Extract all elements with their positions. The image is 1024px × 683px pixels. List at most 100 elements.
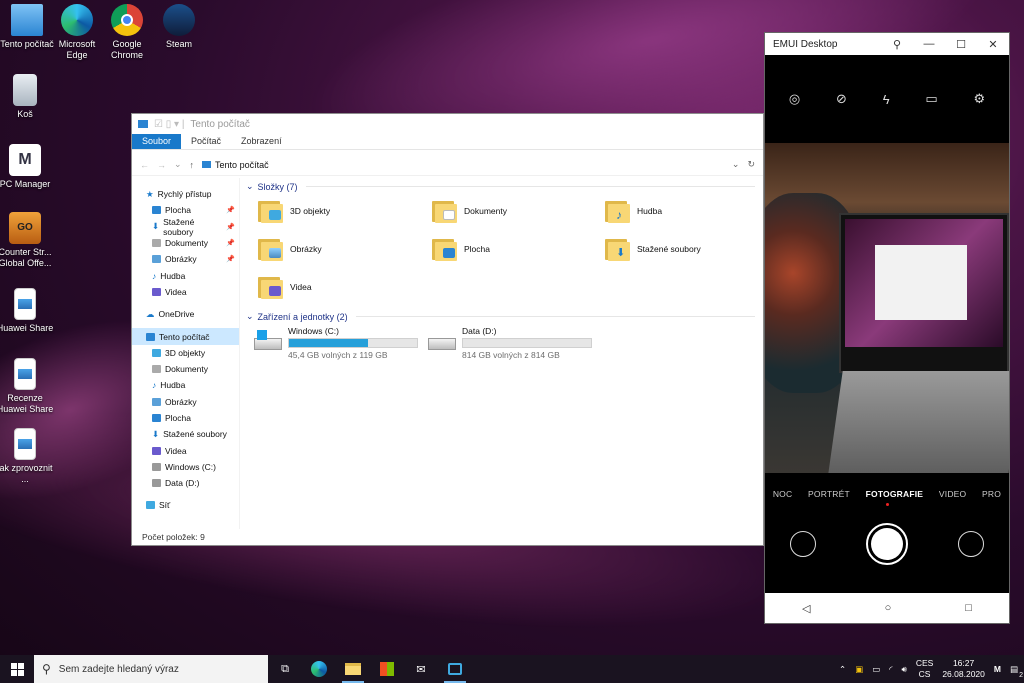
folder-videos[interactable]: Videa <box>258 274 312 300</box>
nav-pc-pictures[interactable]: Obrázky <box>132 394 239 410</box>
gallery-thumbnail[interactable] <box>790 531 816 557</box>
computer-icon <box>138 120 148 128</box>
taskbar-search-box[interactable]: ⚲ Sem zadejte hledaný výraz <box>34 655 268 683</box>
drive-c[interactable]: Windows (C:) 45,4 GB volných z 119 GB <box>254 326 418 360</box>
pc-manager-tray-icon[interactable]: M <box>994 664 1001 674</box>
chevron-down-icon: ⌄ <box>246 311 254 321</box>
nav-pc-videos[interactable]: Videa <box>132 442 239 458</box>
folder-downloads[interactable]: ⬇ Stažené soubory <box>605 236 701 262</box>
live-photo-off-icon[interactable]: ⊘ <box>836 91 847 107</box>
desktop-icon-steam[interactable]: Steam <box>150 4 208 50</box>
nav-network[interactable]: Síť <box>132 497 239 513</box>
music-icon: ♪ <box>152 380 157 391</box>
recent-chevron-icon[interactable]: ⌄ <box>174 159 182 170</box>
taskbar-mail[interactable]: ✉ <box>404 655 438 683</box>
phone-titlebar: EMUI Desktop ⚲ — ☐ ✕ <box>765 33 1009 55</box>
task-view-button[interactable]: ⧉ <box>268 655 302 683</box>
up-arrow-icon[interactable]: ↑ <box>190 160 195 170</box>
desktop-icon-csgo[interactable]: GO Counter Str... Global Offe... <box>0 212 54 269</box>
videos-icon <box>152 287 161 296</box>
folder-documents[interactable]: Dokumenty <box>432 198 507 224</box>
nav-pc-3d-objects[interactable]: 3D objekty <box>132 345 239 361</box>
battery-icon[interactable]: ▭ <box>872 664 880 675</box>
nav-quick-music[interactable]: ♪ Hudba <box>132 267 239 283</box>
nav-quick-documents[interactable]: Dokumenty 📌 <box>132 235 239 251</box>
maximize-button[interactable]: ☐ <box>945 38 977 51</box>
nav-quick-downloads[interactable]: ⬇ Stažené soubory 📌 <box>132 217 239 237</box>
nav-pc-music[interactable]: ♪ Hudba <box>132 377 239 393</box>
mode-portrait[interactable]: PORTRÉT <box>808 489 850 499</box>
desktop-icon-jak-zprovoznit[interactable]: jak zprovoznit ... <box>0 428 54 485</box>
refresh-icon[interactable]: ↻ <box>747 159 755 170</box>
switch-camera-icon[interactable] <box>958 531 984 557</box>
nav-quick-access[interactable]: ★ Rychlý přístup <box>132 186 239 202</box>
folders-group-header[interactable]: ⌄ Složky (7) <box>246 181 755 192</box>
desktop-icon-recycle-bin[interactable]: Koš <box>0 74 54 120</box>
folder-pictures[interactable]: Obrázky <box>258 236 322 262</box>
camera-viewfinder[interactable] <box>765 143 1009 473</box>
home-circle-icon[interactable]: ○ <box>885 602 892 614</box>
gear-icon[interactable]: ⚙ <box>973 91 985 107</box>
camera-toolbar: ◎ ⊘ ϟ ▭ ⚙ <box>765 55 1009 143</box>
steam-icon <box>163 4 195 36</box>
notification-center-button[interactable]: ▤ 2 <box>1010 664 1023 679</box>
back-arrow-icon[interactable]: ← <box>140 160 149 170</box>
mode-night[interactable]: NOC <box>773 489 793 499</box>
nav-pc-downloads[interactable]: ⬇ Stažené soubory <box>132 426 239 442</box>
address-path: Tento počítač <box>215 159 269 170</box>
tab-view[interactable]: Zobrazení <box>231 134 292 149</box>
devices-group-header[interactable]: ⌄ Zařízení a jednotky (2) <box>246 311 755 322</box>
drive-d[interactable]: Data (D:) 814 GB volných z 814 GB <box>428 326 592 360</box>
folder-3d-objects[interactable]: 3D objekty <box>258 198 330 224</box>
nav-quick-videos[interactable]: Videa <box>132 284 239 300</box>
flash-off-icon[interactable]: ϟ <box>883 92 890 107</box>
tab-computer[interactable]: Počítač <box>181 134 231 149</box>
taskbar-emui-desktop[interactable] <box>438 655 472 683</box>
quick-access-toolbar[interactable]: ☑ ▯ ▾ | <box>154 119 184 130</box>
desktop-icon-huawei-share[interactable]: Huawei Share <box>0 288 54 334</box>
mode-video[interactable]: VIDEO <box>939 489 966 499</box>
address-dropdown-icon[interactable]: ⌄ <box>732 159 740 170</box>
ai-lens-icon[interactable]: ◎ <box>789 91 800 107</box>
mode-pro[interactable]: PRO <box>982 489 1001 499</box>
volume-icon[interactable]: 🔊︎ <box>901 664 906 675</box>
aspect-ratio-icon[interactable]: ▭ <box>925 91 937 107</box>
desktop-icon-recenze[interactable]: Recenze Huawei Share <box>0 358 54 415</box>
nav-onedrive[interactable]: ☁ OneDrive <box>132 306 239 322</box>
taskbar-edge[interactable] <box>302 655 336 683</box>
pictures-icon <box>152 397 161 406</box>
shutter-button[interactable] <box>866 523 908 565</box>
taskbar-store[interactable] <box>370 655 404 683</box>
wifi-icon[interactable]: ◜ <box>889 664 892 675</box>
drive-c-free-space: 45,4 GB volných z 119 GB <box>288 350 388 360</box>
desktop-icon-chrome[interactable]: Google Chrome <box>98 4 156 61</box>
nav-this-pc[interactable]: Tento počítač <box>132 328 239 345</box>
address-bar[interactable]: Tento počítač <box>202 160 724 170</box>
huawei-share-tray-icon[interactable]: ▣ <box>855 664 863 675</box>
explorer-titlebar: ☑ ▯ ▾ | Tento počítač <box>132 114 763 134</box>
tab-file[interactable]: Soubor <box>132 134 182 149</box>
input-language-indicator[interactable]: CES CS <box>916 658 933 680</box>
folder-music-icon: ♪ <box>605 198 631 224</box>
minimize-button[interactable]: — <box>913 38 945 50</box>
nav-pc-desktop[interactable]: Plocha <box>132 410 239 426</box>
start-button[interactable] <box>0 655 34 683</box>
back-triangle-icon[interactable]: ◁ <box>802 602 810 615</box>
folder-music[interactable]: ♪ Hudba <box>605 198 662 224</box>
taskbar-file-explorer[interactable] <box>336 655 370 683</box>
folder-desktop[interactable]: Plocha <box>432 236 490 262</box>
close-button[interactable]: ✕ <box>977 38 1009 51</box>
show-hidden-icons-chevron-icon[interactable]: ⌃ <box>839 664 846 675</box>
forward-arrow-icon[interactable]: → <box>157 160 166 170</box>
desktop-icon-pc-manager[interactable]: M PC Manager <box>0 144 54 190</box>
nav-pc-drive-d[interactable]: Data (D:) <box>132 475 239 491</box>
nav-quick-pictures[interactable]: Obrázky 📌 <box>132 251 239 267</box>
recents-square-icon[interactable]: □ <box>965 602 972 614</box>
mode-photo[interactable]: FOTOGRAFIE <box>866 489 924 499</box>
nav-pc-drive-c[interactable]: Windows (C:) <box>132 459 239 475</box>
system-tray: ⌃ ▣ ▭ ◜ 🔊︎ CES CS 16:27 26.08.2020 M ▤ 2 <box>839 658 1024 680</box>
folder-pictures-icon <box>258 236 284 262</box>
pin-icon[interactable]: ⚲ <box>881 38 913 51</box>
nav-pc-documents[interactable]: Dokumenty <box>132 361 239 377</box>
clock[interactable]: 16:27 26.08.2020 <box>942 658 985 680</box>
